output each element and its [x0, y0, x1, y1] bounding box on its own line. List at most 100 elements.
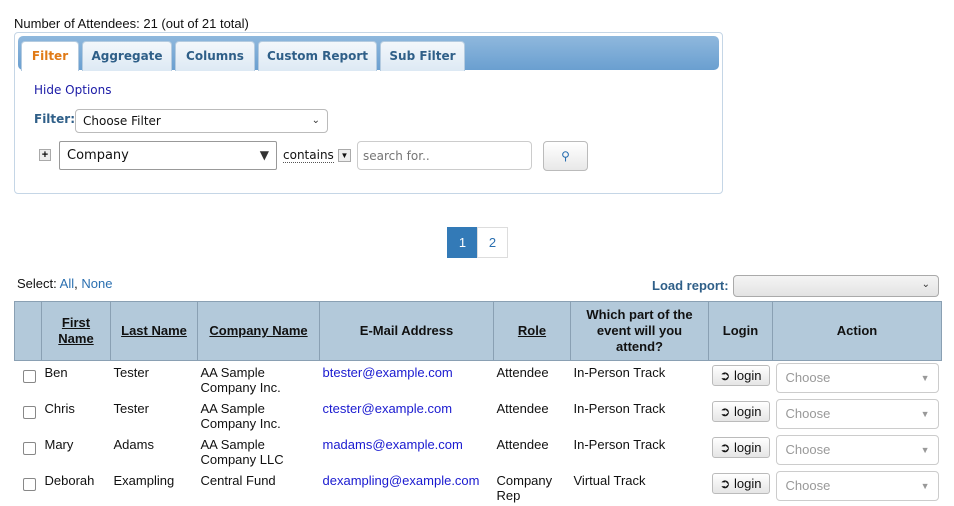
email-link[interactable]: ctester@example.com [323, 401, 453, 416]
tab-custom-report[interactable]: Custom Report [258, 41, 377, 71]
action-select[interactable]: Choose ▼ [775, 363, 939, 393]
row-checkbox[interactable] [22, 370, 36, 383]
choose-filter-select[interactable]: Choose Filter ⌄ [75, 109, 328, 133]
load-report-label: Load report: [652, 278, 729, 293]
header-role[interactable]: Role [493, 301, 571, 361]
action-value: Choose [785, 370, 831, 385]
action-select[interactable]: Choose ▼ [775, 470, 939, 501]
select-cell [15, 361, 42, 397]
tab-columns[interactable]: Columns [175, 41, 255, 71]
login-cell: ➲ login [709, 361, 773, 397]
field-value: Company [67, 148, 129, 163]
action-select[interactable]: Choose ▼ [775, 398, 939, 429]
header-action: Action [772, 301, 942, 361]
first-name-cell: Mary [44, 436, 74, 452]
last-name-cell: Exampling [113, 472, 175, 488]
login-label: login [734, 439, 762, 455]
select-all-link[interactable]: All [60, 276, 74, 291]
operator-label[interactable]: contains [283, 148, 334, 163]
email-link[interactable]: dexampling@example.com [323, 473, 480, 488]
email-link[interactable]: madams@example.com [323, 437, 463, 452]
tab-filter[interactable]: Filter [21, 41, 79, 71]
role-cell: Attendee [496, 365, 549, 380]
action-cell: Choose ▼ [773, 469, 942, 505]
page-2-button[interactable]: 2 [477, 227, 508, 258]
select-controls: Select: All, None [17, 276, 112, 291]
search-icon: ⚲ [561, 149, 570, 163]
event-part-cell: In-Person Track [573, 436, 666, 452]
sign-in-icon: ➲ [719, 403, 731, 419]
last-name-cell: Tester [113, 365, 149, 380]
company-cell: AA Sample Company Inc. [200, 400, 281, 431]
sort-last-name[interactable]: Last Name [121, 323, 187, 338]
field-select[interactable]: Company ▼ [59, 141, 277, 170]
caret-down-icon: ▼ [920, 444, 930, 455]
first-name-cell: Chris [44, 400, 75, 416]
login-button[interactable]: ➲ login [711, 365, 770, 386]
email-link[interactable]: btester@example.com [323, 365, 453, 380]
table-row: Ben Tester AA Sample Company Inc. bteste… [15, 361, 942, 397]
header-email: E-Mail Address [319, 301, 494, 361]
action-cell: Choose ▼ [773, 361, 942, 397]
load-report-select[interactable]: ⌄ [733, 275, 939, 297]
login-label: login [734, 368, 762, 383]
email-cell: btester@example.com [320, 361, 494, 397]
login-label: login [734, 475, 762, 491]
filter-panel: Filter Aggregate Columns Custom Report S… [14, 32, 723, 194]
row-checkbox[interactable] [22, 405, 36, 419]
row-checkbox[interactable] [22, 441, 36, 455]
last-name-cell: Adams [113, 436, 154, 452]
select-column-header [14, 301, 42, 361]
select-label: Select: [17, 276, 57, 291]
role-cell: Attendee [496, 436, 549, 452]
role-cell: Attendee [496, 400, 549, 416]
sort-company-name[interactable]: Company Name [209, 323, 307, 338]
choose-filter-value: Choose Filter [83, 114, 161, 128]
attendee-count: Number of Attendees: 21 (out of 21 total… [14, 16, 249, 31]
tab-sub-filter[interactable]: Sub Filter [380, 41, 465, 71]
add-condition-button[interactable]: + [39, 149, 51, 161]
login-button[interactable]: ➲ login [711, 400, 770, 422]
header-first-name[interactable]: First Name [41, 301, 111, 361]
login-cell: ➲ login [709, 469, 773, 505]
sign-in-icon: ➲ [719, 368, 731, 383]
header-event-part: Which part of the event will you attend? [570, 301, 709, 361]
company-cell: AA Sample Company Inc. [200, 365, 281, 395]
table-row: Chris Tester AA Sample Company Inc. ctes… [15, 397, 942, 433]
login-label: login [734, 403, 762, 419]
first-name-cell: Deborah [44, 472, 95, 488]
page-1-button[interactable]: 1 [447, 227, 478, 258]
hide-options-link[interactable]: Hide Options [34, 83, 111, 97]
action-cell: Choose ▼ [773, 433, 942, 469]
sort-role[interactable]: Role [518, 323, 546, 338]
header-login: Login [708, 301, 773, 361]
header-company-name[interactable]: Company Name [197, 301, 320, 361]
operator-dropdown-icon[interactable]: ▼ [338, 149, 351, 162]
search-button[interactable]: ⚲ [543, 141, 588, 171]
chevron-down-icon: ⌄ [921, 279, 930, 290]
action-value: Choose [785, 477, 831, 493]
login-button[interactable]: ➲ login [711, 436, 770, 458]
caret-down-icon: ▼ [259, 148, 269, 162]
header-last-name[interactable]: Last Name [110, 301, 198, 361]
tab-bar: Filter Aggregate Columns Custom Report S… [18, 36, 719, 71]
caret-down-icon: ▼ [920, 408, 930, 419]
chevron-down-icon: ⌄ [311, 115, 320, 126]
select-separator: , [74, 276, 78, 291]
action-select[interactable]: Choose ▼ [775, 434, 939, 465]
row-checkbox[interactable] [22, 477, 36, 491]
attendees-table: First Name Last Name Company Name E-Mail… [14, 301, 942, 505]
sign-in-icon: ➲ [719, 439, 731, 455]
caret-down-icon: ▼ [920, 373, 930, 383]
sort-first-name[interactable]: First Name [58, 315, 93, 346]
filter-label: Filter: [34, 112, 76, 126]
login-button[interactable]: ➲ login [711, 472, 770, 494]
login-cell: ➲ login [709, 397, 773, 433]
login-cell: ➲ login [709, 433, 773, 469]
select-none-link[interactable]: None [81, 276, 112, 291]
role-cell: Company Rep [496, 472, 553, 503]
tab-aggregate[interactable]: Aggregate [82, 41, 172, 71]
event-part-cell: In-Person Track [573, 365, 666, 380]
company-cell: AA Sample Company LLC [200, 436, 284, 467]
search-input[interactable] [357, 141, 532, 170]
